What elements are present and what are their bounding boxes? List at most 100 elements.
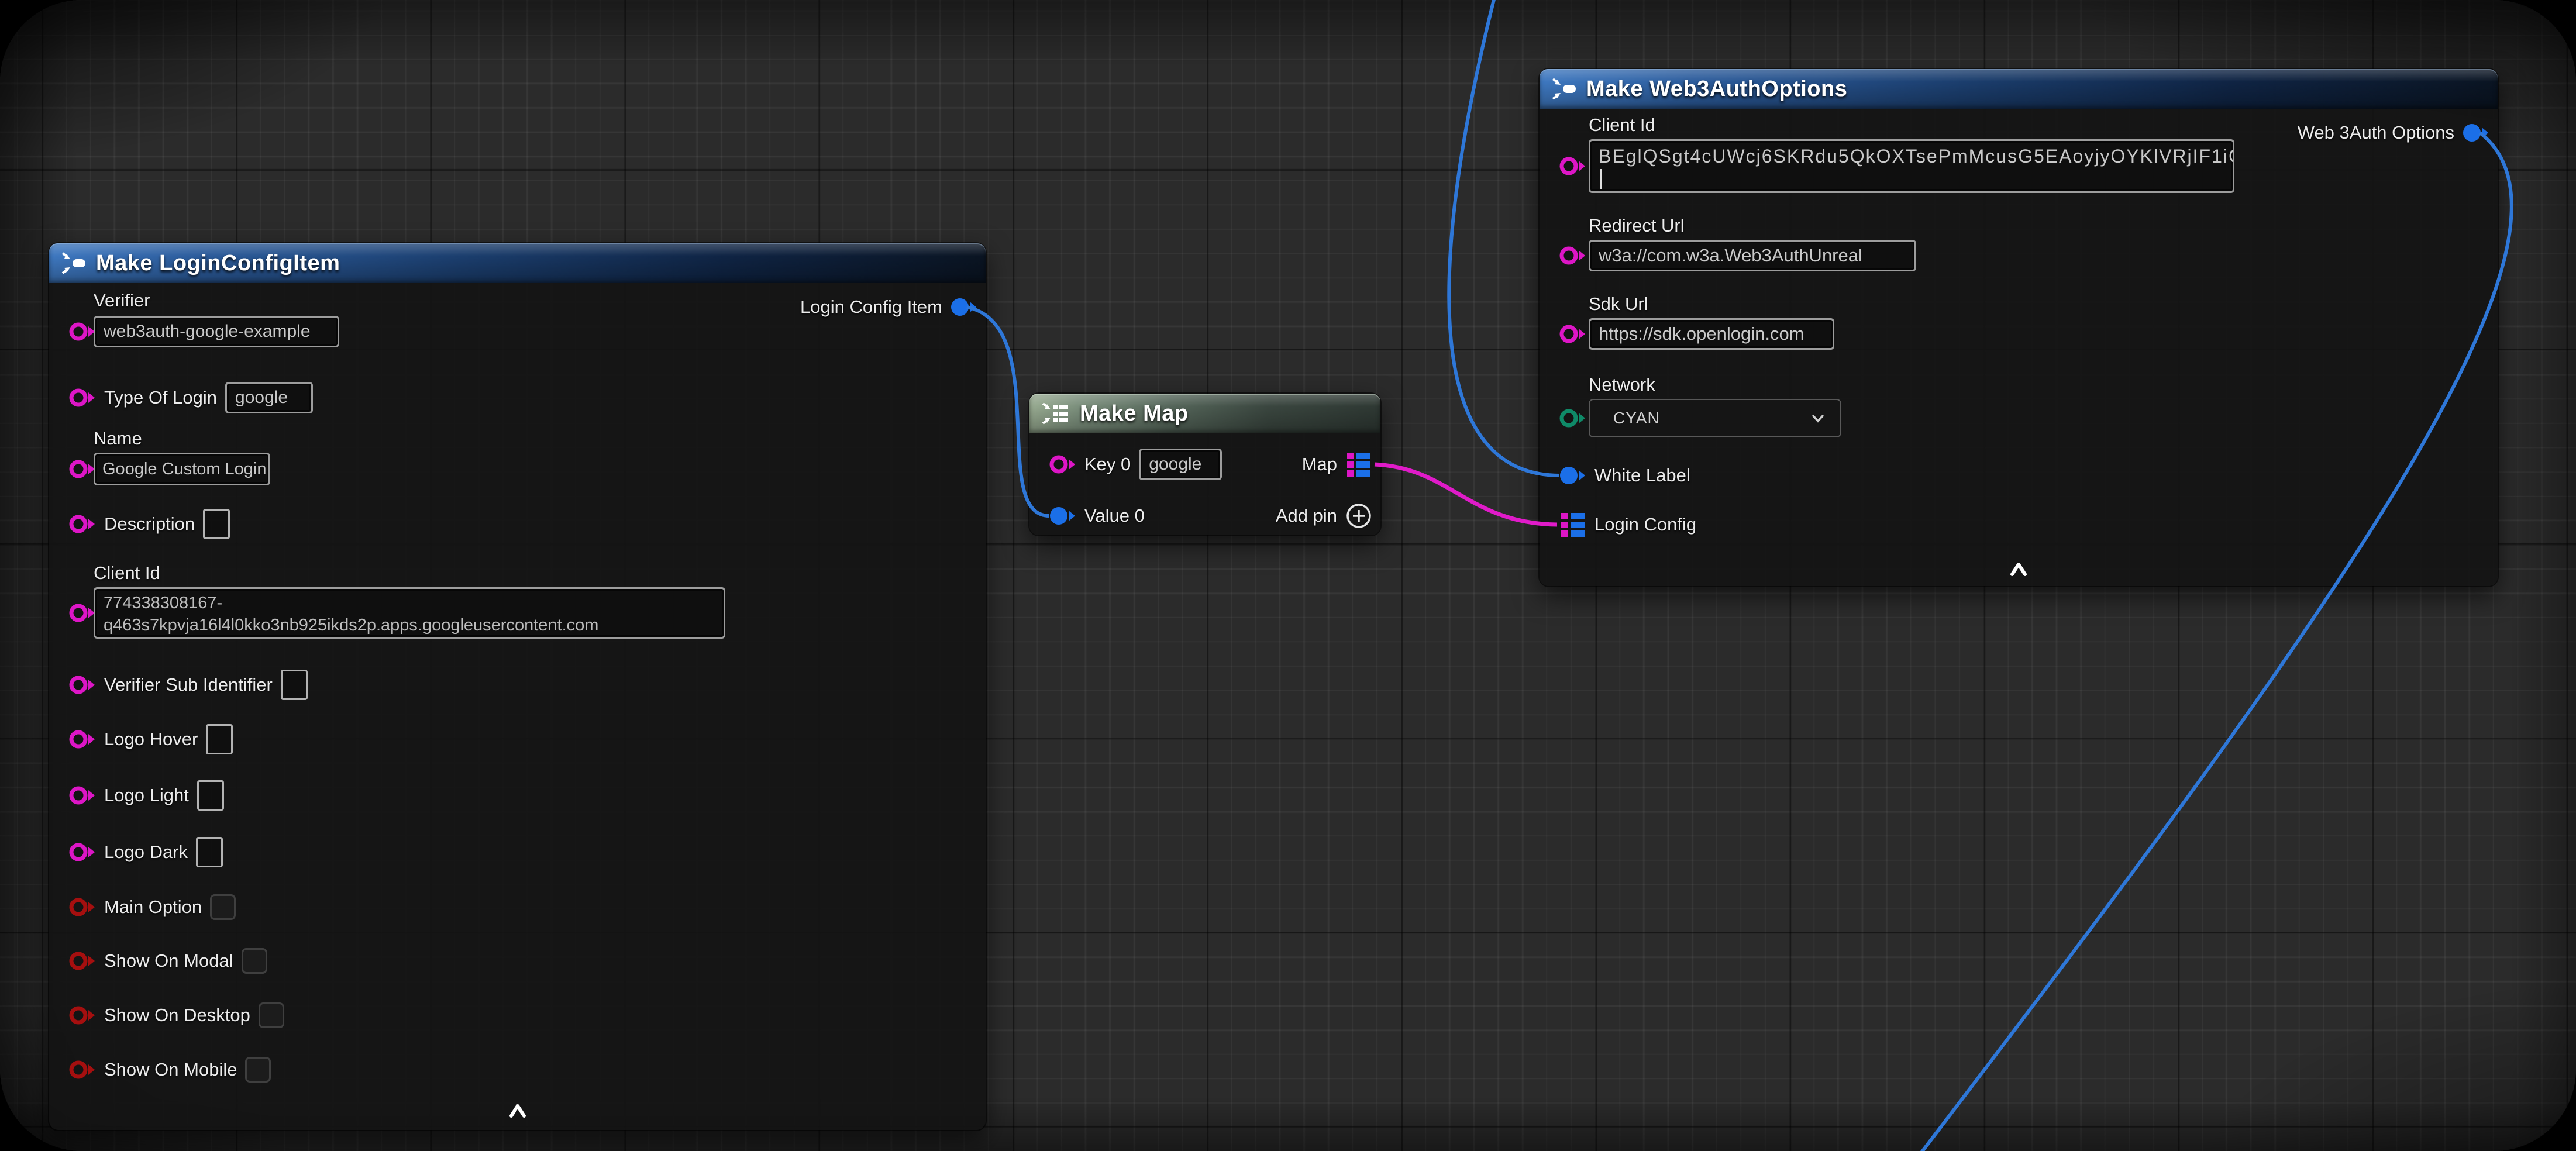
node-make-web3auth-options[interactable]: Make Web3AuthOptions Web 3Auth Options C…: [1540, 69, 2498, 586]
add-pin-button[interactable]: Add pin: [1276, 500, 1380, 532]
key-0-input[interactable]: google: [1139, 449, 1222, 480]
input-pin-value-0[interactable]: [1049, 505, 1076, 527]
pin-label-show-on-desktop: Show On Desktop: [104, 1005, 250, 1026]
pin-label-client-id: Client Id: [1589, 115, 1655, 136]
input-pin-show-on-mobile[interactable]: [69, 1059, 96, 1081]
input-pin-white-label[interactable]: [1559, 464, 1586, 487]
show-on-desktop-checkbox[interactable]: [259, 1002, 284, 1028]
output-row-web3auth-options: Web 3Auth Options: [2298, 117, 2498, 149]
row-logo-light: Logo Light: [49, 780, 224, 811]
row-login-config: Login Config: [1540, 509, 1696, 540]
input-pin-logo-hover[interactable]: [69, 728, 96, 750]
description-input[interactable]: [203, 509, 230, 539]
name-input[interactable]: Google Custom Login: [94, 453, 270, 485]
wire-map-to-login-config[interactable]: [1375, 464, 1557, 525]
network-dropdown-value: CYAN: [1613, 409, 1660, 428]
input-pin-verifier[interactable]: [69, 321, 96, 343]
pin-label-login-config: Login Config: [1594, 514, 1696, 535]
logo-light-input[interactable]: [197, 780, 224, 811]
input-pin-logo-dark[interactable]: [69, 841, 96, 863]
pin-label-white-label: White Label: [1594, 465, 1690, 486]
input-pin-type-of-login[interactable]: [69, 387, 96, 409]
collapse-node-button[interactable]: [2009, 561, 2028, 580]
pin-label-description: Description: [104, 514, 195, 535]
collapse-node-button[interactable]: [508, 1103, 527, 1121]
input-pin-verifier-sub-identifier[interactable]: [69, 674, 96, 696]
sdk-url-input[interactable]: https://sdk.openlogin.com: [1589, 318, 1834, 350]
node-header-make-map[interactable]: Make Map: [1029, 394, 1380, 433]
row-logo-hover: Logo Hover: [49, 723, 233, 755]
node-make-login-config-item[interactable]: Make LoginConfigItem Login Config Item V…: [49, 243, 986, 1130]
chevron-up-icon: [508, 1103, 527, 1118]
make-map-icon: [1041, 402, 1070, 425]
pin-label-name: Name: [94, 428, 142, 449]
input-pin-network[interactable]: [1559, 407, 1586, 429]
verifier-input[interactable]: web3auth-google-example: [94, 316, 339, 347]
output-row-map: Map: [1302, 449, 1380, 480]
row-verifier-sub-identifier: Verifier Sub Identifier: [49, 669, 308, 701]
make-struct-icon: [1551, 77, 1577, 101]
output-pin-web3auth-options[interactable]: [2463, 122, 2489, 144]
main-option-checkbox[interactable]: [210, 894, 236, 920]
input-pin-sdk-url[interactable]: [1559, 323, 1586, 345]
row-show-on-modal: Show On Modal: [49, 945, 267, 977]
input-pin-logo-light[interactable]: [69, 784, 96, 807]
pin-label-key-0: Key 0: [1084, 454, 1131, 475]
logo-dark-input[interactable]: [196, 837, 223, 867]
pin-label-value-0: Value 0: [1084, 505, 1145, 526]
node-header-make-web3auth-options[interactable]: Make Web3AuthOptions: [1540, 69, 2498, 109]
row-type-of-login: Type Of Login google: [49, 382, 313, 413]
client-id-input[interactable]: 774338308167- q463s7kpvja16l4l0kko3nb925…: [94, 587, 725, 639]
pin-label-sdk-url: Sdk Url: [1589, 294, 1648, 315]
input-pin-key-0[interactable]: [1049, 453, 1076, 475]
client-id-line1: 774338308167-: [104, 592, 715, 614]
input-pin-main-option[interactable]: [69, 896, 96, 918]
verifier-sub-identifier-input[interactable]: [281, 670, 308, 700]
client-id-text: BEglQSgt4cUWcj6SKRdu5QkOXTsePmMcusG5EAoy…: [1599, 144, 2224, 168]
input-pin-redirect-url[interactable]: [1559, 244, 1586, 267]
input-pin-show-on-modal[interactable]: [69, 950, 96, 972]
blueprint-canvas[interactable]: Make LoginConfigItem Login Config Item V…: [0, 0, 2576, 1151]
logo-hover-input[interactable]: [206, 724, 233, 754]
add-pin-label: Add pin: [1276, 505, 1337, 526]
client-id-input[interactable]: BEglQSgt4cUWcj6SKRdu5QkOXTsePmMcusG5EAoy…: [1589, 139, 2234, 193]
pin-label-map: Map: [1302, 454, 1337, 475]
output-pin-map[interactable]: [1345, 451, 1372, 478]
network-dropdown[interactable]: CYAN: [1589, 399, 1841, 437]
input-pin-login-config[interactable]: [1559, 511, 1586, 538]
redirect-url-input[interactable]: w3a://com.w3a.Web3AuthUnreal: [1589, 240, 1916, 271]
row-white-label: White Label: [1540, 460, 1690, 491]
pin-label-show-on-modal: Show On Modal: [104, 950, 233, 971]
show-on-mobile-checkbox[interactable]: [245, 1057, 271, 1083]
output-pin-login-config-item[interactable]: [950, 296, 977, 318]
row-value-0: Value 0: [1029, 500, 1145, 532]
node-title: Make LoginConfigItem: [96, 251, 340, 276]
output-pin-label: Web 3Auth Options: [2298, 122, 2454, 143]
make-struct-icon: [61, 251, 87, 275]
node-make-map[interactable]: Make Map Key 0 google Map: [1029, 394, 1380, 535]
pin-label-logo-light: Logo Light: [104, 785, 189, 806]
chevron-up-icon: [2009, 561, 2028, 577]
pin-label-redirect-url: Redirect Url: [1589, 215, 1685, 236]
node-title: Make Web3AuthOptions: [1586, 77, 1847, 102]
output-row-login-config-item: Login Config Item: [800, 291, 986, 323]
input-pin-client-id[interactable]: [69, 602, 96, 624]
input-pin-name[interactable]: [69, 458, 96, 480]
pin-label-logo-dark: Logo Dark: [104, 842, 188, 863]
show-on-modal-checkbox[interactable]: [242, 948, 267, 974]
row-show-on-mobile: Show On Mobile: [49, 1054, 271, 1085]
row-logo-dark: Logo Dark: [49, 836, 223, 868]
pin-label-show-on-mobile: Show On Mobile: [104, 1059, 237, 1080]
input-pin-show-on-desktop[interactable]: [69, 1004, 96, 1026]
input-pin-client-id[interactable]: [1559, 155, 1586, 177]
row-main-option: Main Option: [49, 891, 236, 923]
row-key-0: Key 0 google: [1029, 449, 1222, 480]
input-pin-description[interactable]: [69, 513, 96, 535]
node-header-make-login-config-item[interactable]: Make LoginConfigItem: [49, 243, 986, 283]
type-of-login-input[interactable]: google: [225, 382, 313, 413]
node-title: Make Map: [1080, 401, 1189, 426]
pin-label-type-of-login: Type Of Login: [104, 387, 217, 408]
row-show-on-desktop: Show On Desktop: [49, 1000, 284, 1031]
text-cursor: [1600, 169, 1602, 189]
pin-label-network: Network: [1589, 374, 1655, 395]
